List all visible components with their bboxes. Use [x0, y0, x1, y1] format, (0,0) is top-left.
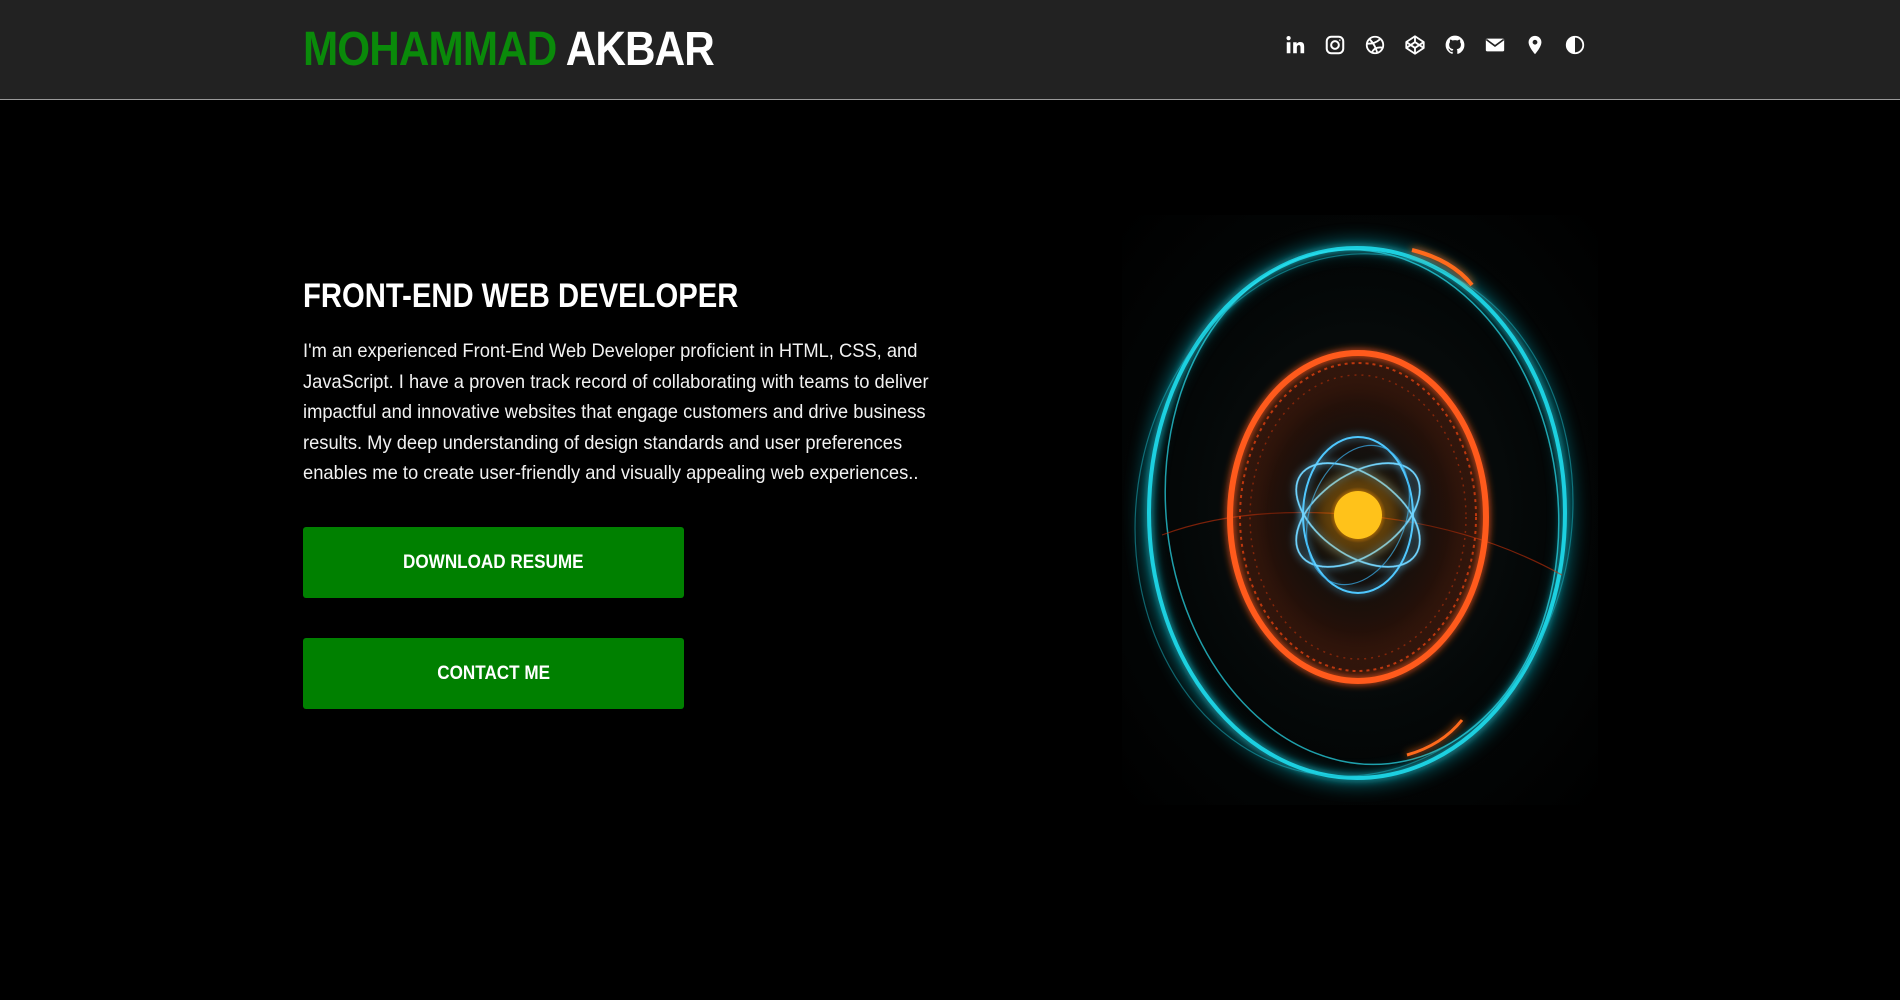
- site-header: MOHAMMAD AKBAR: [0, 0, 1900, 100]
- hero-description: I'm an experienced Front-End Web Develop…: [303, 340, 929, 484]
- github-icon[interactable]: [1443, 30, 1467, 60]
- brand-last-name: AKBAR: [565, 23, 715, 76]
- hero-title: FRONT-END WEB DEVELOPER: [303, 277, 739, 315]
- brand-logo[interactable]: MOHAMMAD AKBAR: [303, 22, 715, 78]
- social-icons: [1283, 30, 1587, 60]
- contact-me-label: CONTACT ME: [437, 662, 550, 684]
- dribbble-icon[interactable]: [1363, 30, 1387, 60]
- contact-me-button[interactable]: CONTACT ME: [303, 638, 684, 709]
- codepen-icon[interactable]: [1403, 30, 1427, 60]
- theme-toggle-icon[interactable]: [1563, 30, 1587, 60]
- brand-first-name: MOHAMMAD: [303, 23, 557, 76]
- instagram-icon[interactable]: [1323, 30, 1347, 60]
- location-icon[interactable]: [1523, 30, 1547, 60]
- linkedin-icon[interactable]: [1283, 30, 1307, 60]
- download-resume-button[interactable]: DOWNLOAD RESUME: [303, 527, 684, 598]
- download-resume-label: DOWNLOAD RESUME: [403, 551, 584, 573]
- atom-illustration: [1122, 215, 1598, 805]
- email-icon[interactable]: [1483, 30, 1507, 60]
